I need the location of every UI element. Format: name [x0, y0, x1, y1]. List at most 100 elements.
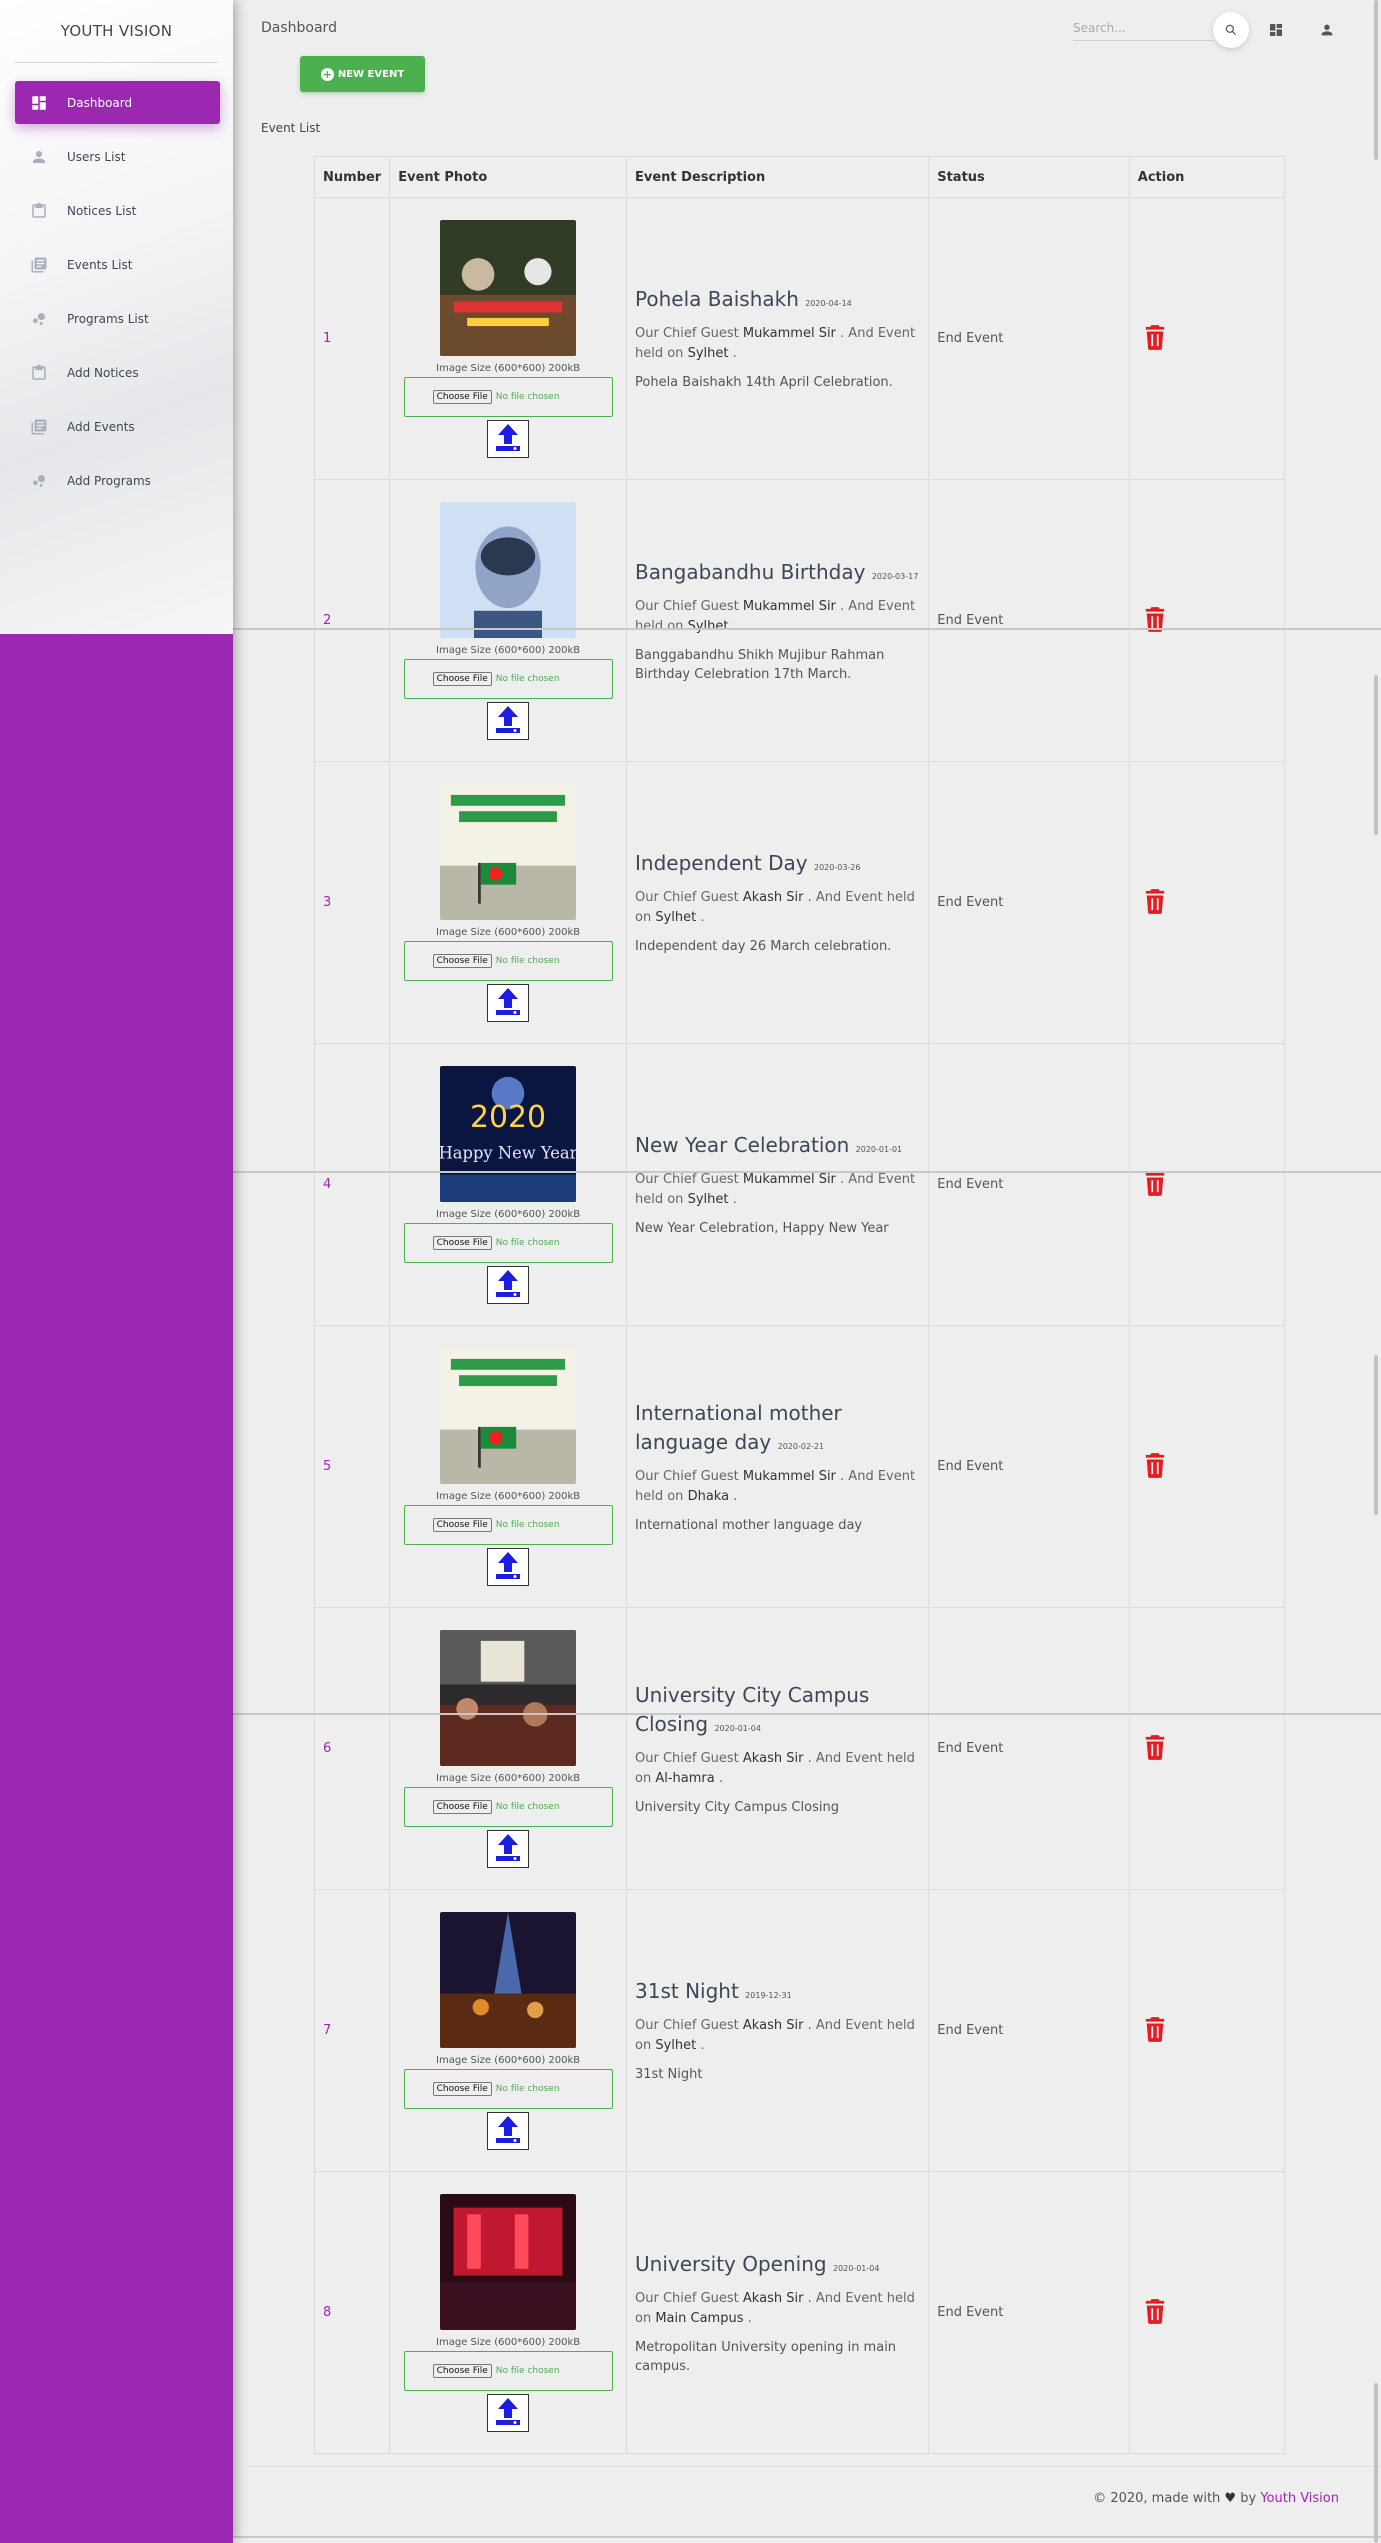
scrollbar-thumb[interactable]: [1374, 2383, 1378, 2543]
guest-prefix: Our Chief Guest: [635, 2290, 739, 2306]
event-description-cell: New Year Celebration 2020-01-01 Our Chief…: [625, 1043, 930, 1326]
new-event-label: NEW EVENT: [337, 68, 405, 80]
search-input[interactable]: Search...: [1073, 16, 1213, 41]
upload-button[interactable]: [487, 1265, 530, 1304]
choose-file-button[interactable]: Choose File: [432, 1799, 492, 1814]
sidebar-item-label: Add Notices: [67, 365, 139, 380]
upload-button[interactable]: [487, 2393, 530, 2432]
upload-icon: [494, 422, 522, 456]
event-date: 2020-01-01: [855, 1145, 903, 1154]
sidebar-item-add-notices[interactable]: Add Notices: [15, 351, 220, 394]
place-suffix: .: [700, 910, 705, 925]
dashboard-icon[interactable]: [1264, 18, 1288, 42]
event-date: 2020-03-26: [813, 863, 861, 872]
footer-brand-link[interactable]: Youth Vision: [1260, 2491, 1339, 2506]
guest-prefix: Our Chief Guest: [635, 1750, 739, 1766]
choose-file-button[interactable]: Choose File: [432, 2081, 492, 2096]
event-guest-line: Our Chief Guest Mukammel Sir . And Event…: [635, 1467, 922, 1507]
person-icon[interactable]: [1315, 18, 1339, 42]
choose-file-button[interactable]: Choose File: [432, 671, 492, 686]
choose-file-button[interactable]: Choose File: [432, 1235, 492, 1250]
upload-button[interactable]: [487, 2111, 530, 2150]
sidebar-item-add-programs[interactable]: Add Programs: [15, 459, 220, 502]
place-suffix: .: [733, 1488, 738, 1504]
event-photo: [440, 219, 577, 360]
guest-prefix: Our Chief Guest: [635, 890, 739, 905]
footer-prefix: © 2020, made with: [1093, 2491, 1221, 2506]
trash-icon: [1144, 1734, 1166, 1764]
upload-button[interactable]: [487, 1547, 530, 1586]
event-status: End Event: [928, 1607, 1130, 1890]
new-event-button[interactable]: + NEW EVENT: [300, 56, 425, 92]
search-button[interactable]: [1213, 12, 1249, 48]
delete-button[interactable]: [1144, 606, 1166, 636]
file-input[interactable]: Choose File No file chosen: [403, 2350, 613, 2391]
event-status: End Event: [928, 1889, 1130, 2172]
divider: [233, 1713, 1381, 1715]
file-input[interactable]: Choose File No file chosen: [403, 2068, 613, 2109]
delete-button[interactable]: [1144, 1170, 1166, 1200]
divider: [233, 2536, 1381, 2538]
scrollbar-thumb[interactable]: [1374, 675, 1378, 835]
file-input[interactable]: Choose File No file chosen: [403, 940, 613, 981]
event-status: End Event: [928, 479, 1130, 762]
event-photo: [440, 501, 577, 642]
table-row: 6 Image Size (600*600) 200kB Choose File No…: [313, 1607, 1286, 1890]
event-place: Sylhet: [687, 1192, 729, 1207]
sidebar-item-notices-list[interactable]: Notices List: [15, 189, 220, 232]
place-suffix: .: [718, 1770, 724, 1786]
delete-button[interactable]: [1144, 888, 1166, 918]
event-place: Al-hamra: [655, 1770, 715, 1786]
row-number: 8: [313, 2171, 391, 2454]
choose-file-button[interactable]: Choose File: [432, 2363, 492, 2378]
sidebar-item-add-events[interactable]: Add Events: [15, 405, 220, 448]
upload-button[interactable]: [487, 701, 530, 740]
action-cell: [1128, 1043, 1286, 1326]
dashboard-icon: [29, 93, 49, 113]
upload-button[interactable]: [487, 419, 530, 458]
trash-icon: [1144, 1452, 1166, 1482]
event-date: 2020-01-04: [832, 2263, 880, 2273]
row-number: 4: [313, 1043, 391, 1326]
divider: [233, 1171, 1381, 1173]
file-input[interactable]: Choose File No file chosen: [403, 376, 613, 417]
table-header-row: Number Event Photo Event Description Sta…: [313, 156, 1286, 198]
event-description-cell: Independent Day 2020-03-26 Our Chief Gues…: [625, 761, 930, 1044]
sidebar-item-events-list[interactable]: Events List: [15, 243, 220, 286]
table-row: 5 Image Size (600*600) 200kB Choose File No…: [313, 1325, 1286, 1608]
upload-button[interactable]: [487, 983, 530, 1022]
delete-button[interactable]: [1144, 1452, 1166, 1482]
file-input[interactable]: Choose File No file chosen: [403, 658, 613, 699]
file-input[interactable]: Choose File No file chosen: [403, 1222, 613, 1263]
event-place: Dhaka: [687, 1488, 730, 1504]
upload-icon: [494, 1268, 522, 1302]
guest-name: Mukammel Sir: [742, 598, 836, 614]
event-photo-cell: Image Size (600*600) 200kB Choose File No …: [389, 2171, 627, 2454]
event-title: Independent Day: [635, 851, 808, 875]
no-file-label: No file chosen: [495, 1237, 560, 1248]
scrollbar-thumb[interactable]: [1374, 1355, 1378, 1515]
brand-title[interactable]: YOUTH VISION: [15, 0, 218, 63]
sidebar-item-programs-list[interactable]: Programs List: [15, 297, 220, 340]
action-cell: [1128, 2171, 1286, 2454]
event-description-cell: Bangabandhu Birthday 2020-03-17 Our Chief…: [625, 479, 930, 762]
delete-button[interactable]: [1144, 324, 1166, 354]
delete-button[interactable]: [1144, 2016, 1166, 2046]
bubble-chart-icon: [29, 471, 49, 491]
sidebar-item-users-list[interactable]: Users List: [15, 135, 220, 178]
file-input[interactable]: Choose File No file chosen: [403, 1504, 613, 1545]
delete-button[interactable]: [1144, 2298, 1166, 2328]
choose-file-button[interactable]: Choose File: [432, 1517, 492, 1532]
scrollbar-thumb[interactable]: [1374, 0, 1378, 160]
delete-button[interactable]: [1144, 1734, 1166, 1764]
table-row: 2 Image Size (600*600) 200kB Choose File No…: [313, 479, 1286, 762]
choose-file-button[interactable]: Choose File: [432, 389, 492, 404]
column-header: Number: [313, 156, 391, 198]
sidebar-item-dashboard[interactable]: Dashboard: [15, 81, 220, 124]
action-cell: [1128, 197, 1286, 480]
choose-file-button[interactable]: Choose File: [432, 953, 492, 968]
event-guest-line: Our Chief Guest Akash Sir . And Event he…: [635, 888, 922, 928]
event-photo: [440, 783, 577, 924]
file-input[interactable]: Choose File No file chosen: [403, 1786, 613, 1827]
upload-button[interactable]: [487, 1829, 530, 1868]
